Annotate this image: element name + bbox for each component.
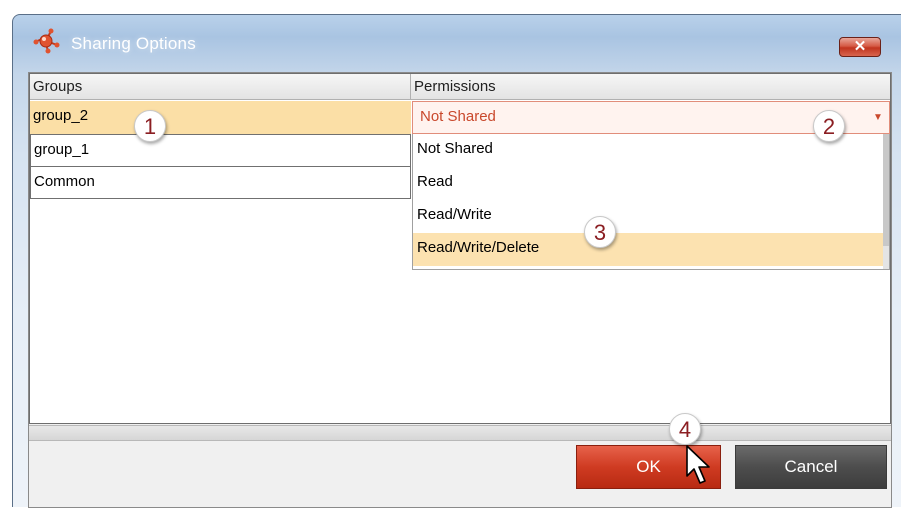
column-header-groups[interactable]: Groups xyxy=(30,74,411,100)
close-button[interactable]: ✕ xyxy=(839,37,881,57)
sharing-options-dialog: Sharing Options ✕ Groups Permissions gro… xyxy=(12,14,901,508)
callout-1: 1 xyxy=(134,110,166,142)
permission-dropdown-value: Not Shared xyxy=(420,108,496,125)
callout-3: 3 xyxy=(584,216,616,248)
close-icon: ✕ xyxy=(853,38,867,55)
mouse-cursor-icon xyxy=(686,445,710,484)
dropdown-scrollbar[interactable] xyxy=(883,134,889,269)
cancel-button[interactable]: Cancel xyxy=(735,445,887,489)
option-read[interactable]: Read xyxy=(413,167,889,200)
scrollbar-thumb[interactable] xyxy=(883,134,889,246)
window-title: Sharing Options xyxy=(71,34,196,53)
chevron-down-icon[interactable]: ▼ xyxy=(867,102,889,133)
option-read-write-delete[interactable]: Read/Write/Delete xyxy=(413,233,889,266)
permission-options-list: Not Shared Read Read/Write Read/Write/De… xyxy=(412,134,890,270)
table-row-group-2[interactable]: group_2 xyxy=(30,101,411,134)
callout-2: 2 xyxy=(813,110,845,142)
table-row-group-1[interactable]: group_1 xyxy=(30,134,411,167)
callout-4: 4 xyxy=(669,413,701,445)
splitter-bar[interactable] xyxy=(29,425,891,441)
title-bar[interactable]: Sharing Options ✕ xyxy=(13,15,901,67)
table-row-common[interactable]: Common xyxy=(30,166,411,199)
column-header-permissions[interactable]: Permissions xyxy=(411,74,890,100)
option-read-write[interactable]: Read/Write xyxy=(413,200,889,233)
option-not-shared[interactable]: Not Shared xyxy=(413,134,889,167)
molecule-icon xyxy=(33,28,60,54)
